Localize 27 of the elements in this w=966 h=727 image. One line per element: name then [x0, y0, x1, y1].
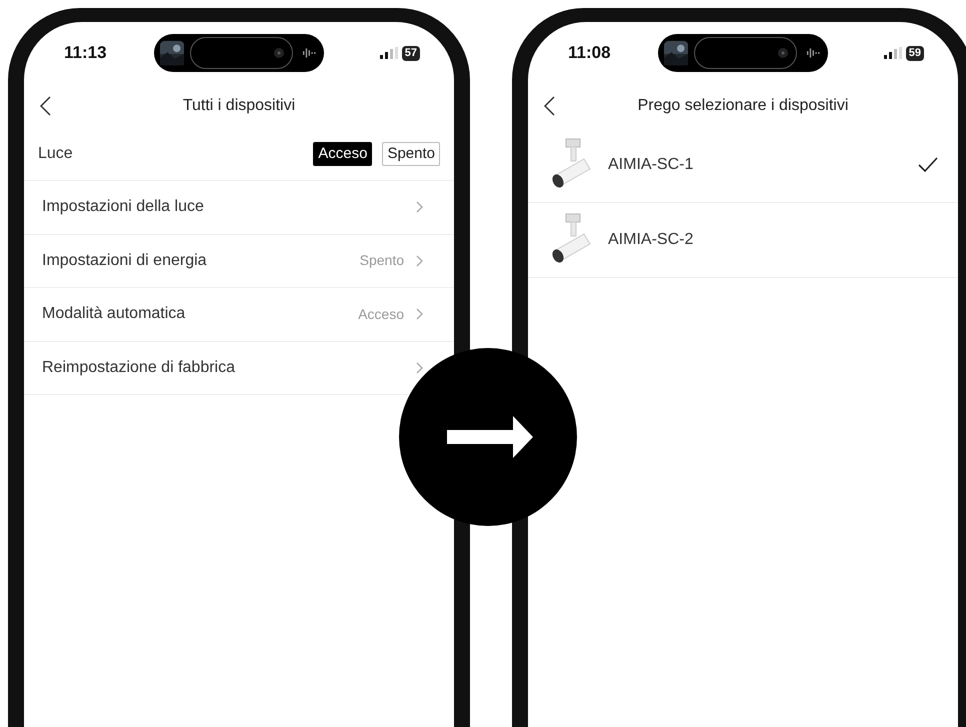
chevron-icon [416, 254, 424, 267]
chevron-icon [416, 308, 424, 320]
setting-label: Luce [38, 144, 73, 164]
screen-title: Prego selezionare i dispositivi [638, 96, 848, 116]
settings-label[interactable]: Reimpostazione di fabbrica [42, 356, 235, 380]
signal-icon [380, 47, 398, 59]
camera-icon [778, 48, 788, 58]
toggle-button[interactable]: Acceso [313, 142, 372, 166]
battery-level: 57 [402, 46, 420, 60]
camera-icon [274, 48, 284, 58]
chevron-icon [416, 362, 424, 374]
device-row[interactable]: AIMIA-SC-1 [528, 128, 958, 203]
status-time: 11:08 [568, 42, 612, 64]
settings-label[interactable]: Modalità automatica [42, 302, 186, 326]
setting-value: Spento [360, 251, 404, 270]
back-icon[interactable] [40, 96, 52, 116]
setting-value: Acceso [358, 304, 404, 324]
toggle-button[interactable]: Spento [382, 142, 440, 166]
battery-level: 59 [906, 46, 924, 60]
screen-title: Tutti i dispositivi [182, 96, 296, 116]
back-icon[interactable] [544, 96, 556, 116]
chevron-icon [416, 201, 424, 214]
settings-label[interactable]: Impostazioni della luce [42, 195, 204, 220]
status-time: 11:13 [64, 42, 108, 64]
settings-label[interactable]: Impostazioni di energia [42, 248, 207, 273]
device-row[interactable]: AIMIA-SC-2 [528, 203, 958, 278]
signal-icon [884, 47, 902, 59]
